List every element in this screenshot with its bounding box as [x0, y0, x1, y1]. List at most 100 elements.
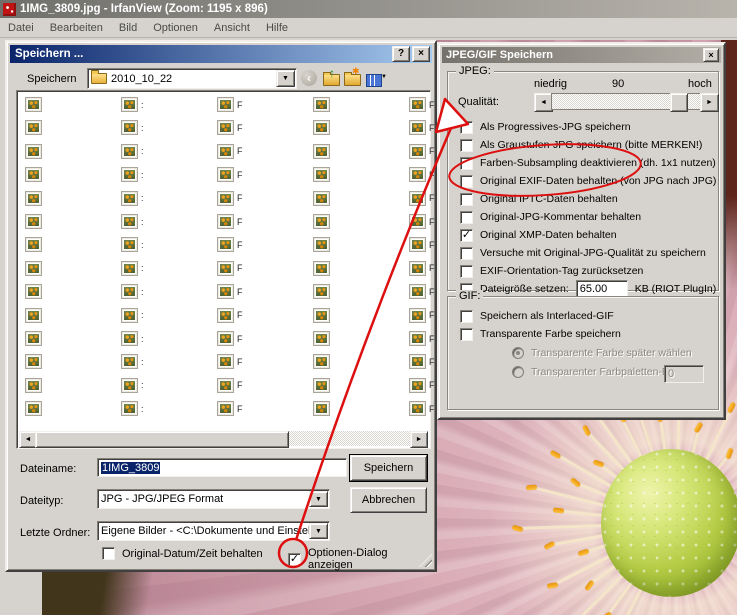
chevron-down-icon[interactable]: ▼ [309, 491, 328, 507]
file-item[interactable] [313, 260, 330, 276]
file-item[interactable] [25, 214, 42, 229]
cancel-button[interactable]: Abbrechen [350, 487, 427, 513]
file-item[interactable]: F [217, 167, 243, 183]
gif-option[interactable]: Transparente Farbe speichern [460, 325, 714, 343]
checkbox-box[interactable]: ✓ [460, 228, 473, 242]
menu-item-ansicht[interactable]: Ansicht [206, 20, 258, 36]
file-item[interactable]: F [217, 143, 243, 159]
back-button[interactable]: ‹ [299, 68, 319, 88]
jpeg-option[interactable]: ✓ Original XMP-Daten behalten [460, 226, 714, 244]
last-folder-combobox[interactable]: Eigene Bilder - <C:\Dokumente und Einste… [97, 521, 330, 541]
keep-date-checkbox[interactable]: Original-Datum/Zeit behalten [102, 547, 263, 560]
checkbox-box[interactable] [460, 156, 473, 170]
file-list[interactable]: ◄ ► : F F: F F: F F: F F: F F: F F: F F: F F: F F: F F: F F: F F… [16, 90, 435, 449]
file-item[interactable] [25, 331, 42, 346]
file-item[interactable]: : [121, 354, 144, 370]
file-item[interactable]: F [217, 401, 243, 417]
file-item[interactable] [313, 120, 330, 136]
folder-combobox[interactable]: 2010_10_22 ▼ [87, 68, 297, 89]
checkbox-box[interactable] [460, 120, 473, 134]
file-item[interactable]: F [217, 120, 243, 136]
file-item[interactable] [25, 190, 42, 206]
scrollbar-thumb[interactable] [35, 431, 289, 448]
filetype-combobox[interactable]: JPG - JPG/JPEG Format ▼ [97, 489, 330, 509]
file-item[interactable] [25, 143, 42, 159]
file-item[interactable]: : [121, 120, 144, 136]
jpeg-option[interactable]: Als Graustufen-JPG speichern (bitte MERK… [460, 136, 714, 154]
file-item[interactable] [313, 401, 330, 417]
up-one-level-button[interactable]: ↑ [321, 67, 341, 90]
file-item[interactable]: : [121, 260, 144, 276]
file-item[interactable] [313, 190, 330, 206]
file-item[interactable] [25, 284, 42, 300]
file-item[interactable]: F [409, 167, 435, 183]
file-item[interactable]: F [409, 401, 435, 417]
file-item[interactable]: F [217, 331, 243, 346]
chevron-down-icon[interactable]: ▼ [309, 523, 328, 539]
checkbox-box[interactable] [460, 264, 473, 278]
file-item[interactable]: F [409, 237, 435, 253]
checkbox-box[interactable] [460, 192, 473, 206]
quality-slider-thumb[interactable] [670, 93, 688, 112]
file-item[interactable]: F [409, 260, 435, 276]
file-item[interactable]: : [121, 401, 144, 417]
view-menu-button[interactable]: ▼ [364, 70, 387, 90]
filename-input[interactable]: 1IMG_3809 [97, 458, 347, 477]
file-item[interactable]: : [121, 307, 144, 323]
show-options-checkbox[interactable]: ✓ Optionen-Dialog anzeigen [288, 547, 435, 571]
new-folder-button[interactable]: ✱ [342, 67, 362, 90]
menu-item-bearbeiten[interactable]: Bearbeiten [42, 20, 111, 36]
file-item[interactable] [313, 167, 330, 183]
jpeg-option[interactable]: Original IPTC-Daten behalten [460, 190, 714, 208]
checkbox-box[interactable] [460, 138, 473, 152]
file-item[interactable]: : [121, 214, 144, 229]
file-item[interactable]: : [121, 377, 144, 393]
jpeg-option[interactable]: Farben-Subsampling deaktivieren (dh. 1x1… [460, 154, 716, 172]
file-item[interactable] [25, 97, 42, 112]
file-item[interactable]: F [409, 331, 435, 346]
gif-option[interactable]: Speichern als Interlaced-GIF [460, 307, 714, 325]
menu-item-hilfe[interactable]: Hilfe [258, 20, 296, 36]
file-item[interactable] [25, 307, 42, 323]
slider-right-icon[interactable]: ► [700, 93, 719, 112]
horizontal-scrollbar[interactable]: ◄ ► [19, 431, 428, 448]
file-item[interactable]: F [217, 97, 243, 112]
file-item[interactable]: F [409, 120, 435, 136]
file-item[interactable]: F [217, 307, 243, 323]
file-item[interactable]: F [217, 214, 243, 229]
file-item[interactable] [25, 237, 42, 253]
checkbox-box[interactable] [102, 547, 115, 560]
file-item[interactable] [25, 401, 42, 417]
checkbox-box[interactable] [460, 174, 473, 188]
close-icon[interactable]: × [412, 46, 430, 62]
save-button[interactable]: Speichern [349, 454, 428, 482]
save-dialog-titlebar[interactable]: Speichern ... ? × [10, 45, 432, 63]
file-item[interactable]: : [121, 237, 144, 253]
file-item[interactable] [313, 284, 330, 300]
scroll-right-icon[interactable]: ► [410, 431, 428, 448]
file-item[interactable]: : [121, 143, 144, 159]
file-item[interactable] [25, 354, 42, 370]
file-item[interactable]: : [121, 190, 144, 206]
jpeg-option[interactable]: EXIF-Orientation-Tag zurücksetzen [460, 262, 714, 280]
file-item[interactable] [25, 167, 42, 183]
checkbox-box[interactable] [460, 309, 473, 323]
menu-item-bild[interactable]: Bild [111, 20, 145, 36]
checkbox-box[interactable] [460, 210, 473, 224]
jpeg-option[interactable]: Original-JPG-Kommentar behalten [460, 208, 714, 226]
file-item[interactable] [25, 260, 42, 276]
file-item[interactable]: F [409, 214, 435, 229]
jpeg-option[interactable]: Als Progressives-JPG speichern [460, 118, 714, 136]
file-item[interactable]: F [217, 190, 243, 206]
file-item[interactable]: F [217, 260, 243, 276]
file-item[interactable] [313, 237, 330, 253]
file-item[interactable]: F [409, 97, 435, 112]
file-item[interactable] [313, 377, 330, 393]
file-item[interactable]: : [121, 284, 144, 300]
file-item[interactable] [313, 214, 330, 229]
file-item[interactable]: F [217, 237, 243, 253]
file-item[interactable]: F [409, 307, 435, 323]
file-item[interactable]: F [409, 284, 435, 300]
file-item[interactable]: : [121, 167, 144, 183]
jpeg-option[interactable]: Versuche mit Original-JPG-Qualität zu sp… [460, 244, 714, 262]
